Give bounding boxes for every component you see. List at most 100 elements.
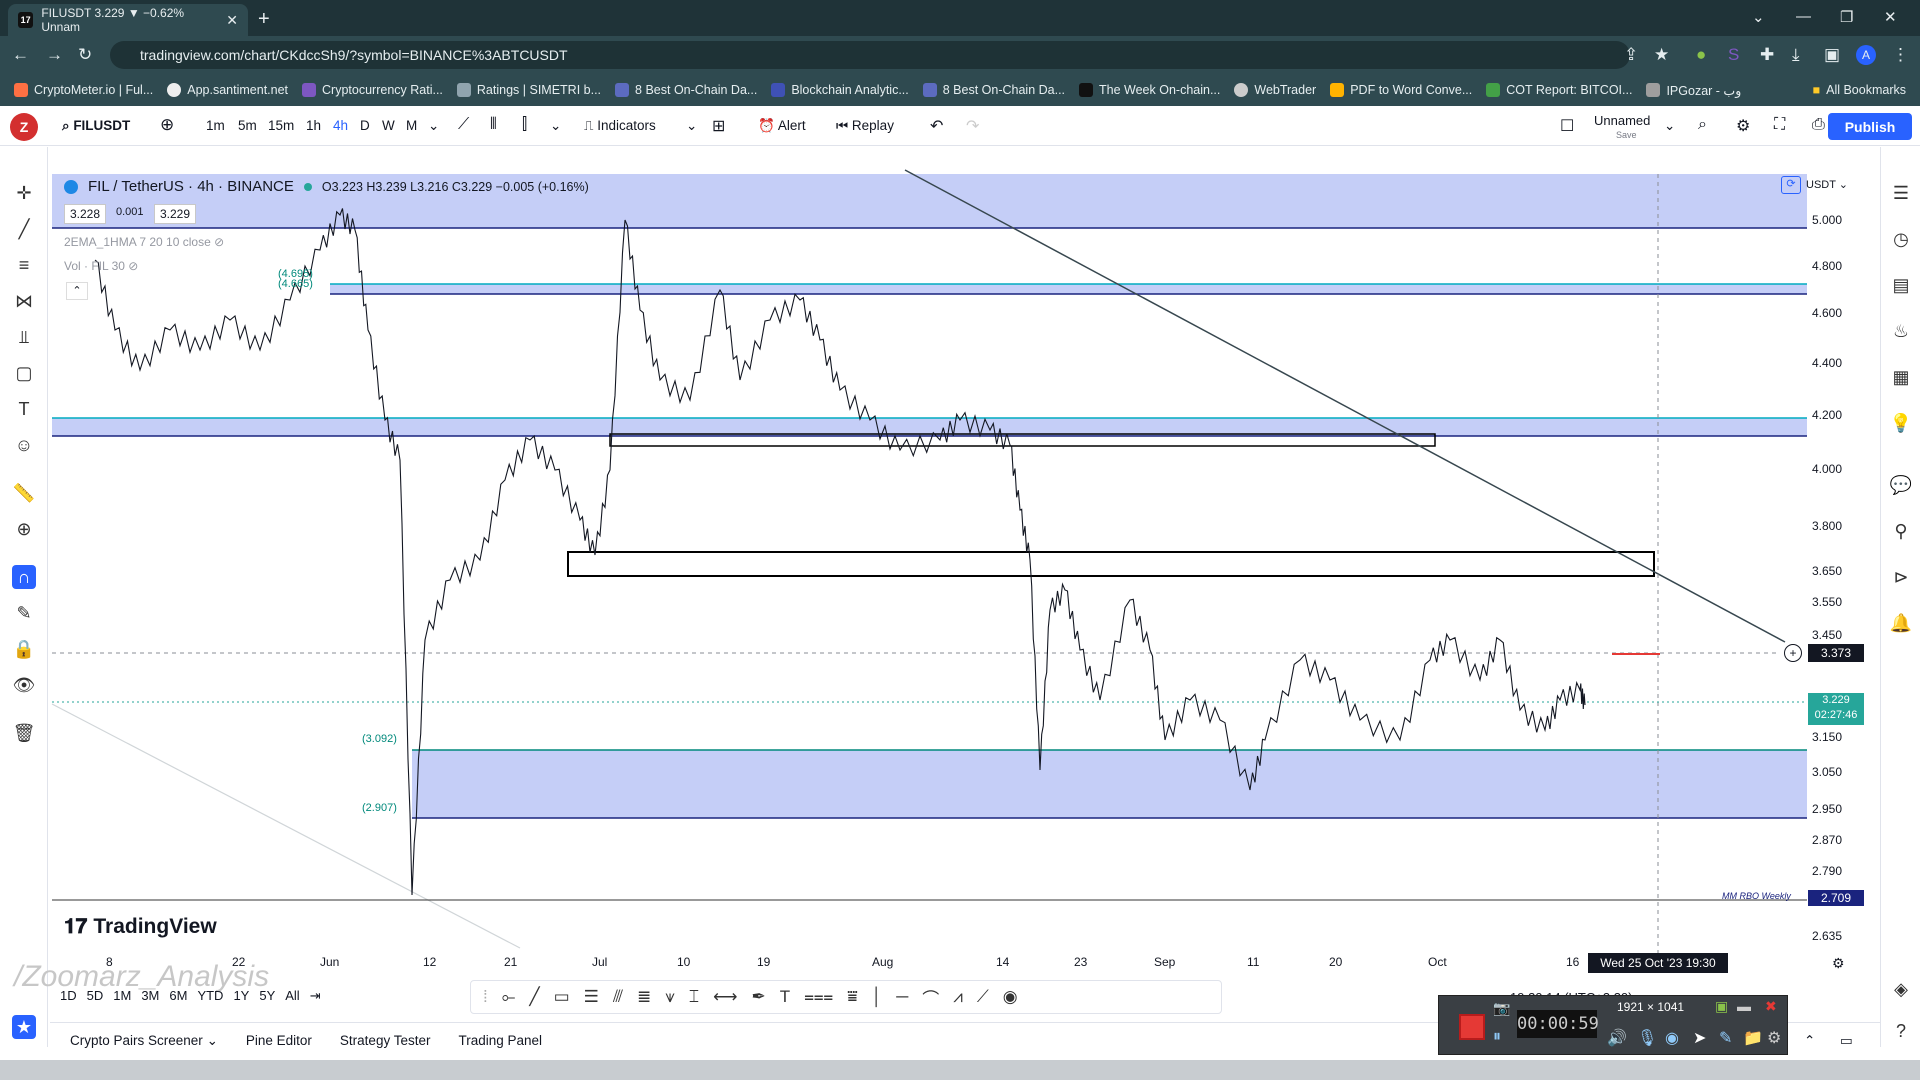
pen-icon[interactable]: ✎ bbox=[1719, 1028, 1732, 1048]
pause-icon[interactable]: ⏸ bbox=[1493, 1028, 1501, 1046]
range-3m[interactable]: 3M bbox=[141, 988, 159, 1004]
measure-circle-icon[interactable]: ◉ bbox=[1003, 987, 1018, 1007]
collapse-legend-icon[interactable]: ⌃ bbox=[66, 282, 88, 300]
favorites-drawing-bar: ⁞ ⟜ ╱ ▭ ☰ ⫻ ≣ ⩛ ⌶ ⟷ ✒ T ⩶ ⩸ │ ─ ⌒ ⩘ ⟋ ◉ bbox=[470, 980, 1222, 1014]
trend-line-icon[interactable]: ╱ bbox=[529, 987, 539, 1007]
arc-icon[interactable]: ⌒ bbox=[922, 985, 939, 1010]
price-tick-label: 2.635 bbox=[1812, 929, 1843, 943]
date-tick-label: 23 bbox=[1074, 955, 1088, 969]
auto-scale-icon[interactable]: ⟳ bbox=[1781, 176, 1801, 194]
pitchfork-icon[interactable]: ⩛ bbox=[665, 987, 675, 1007]
text-icon[interactable]: T bbox=[780, 987, 790, 1007]
close-icon[interactable]: ✖ bbox=[1765, 998, 1777, 1015]
range-1d[interactable]: 1D bbox=[60, 988, 77, 1004]
date-tick-label: 10 bbox=[677, 955, 691, 969]
range-5y[interactable]: 5Y bbox=[259, 988, 275, 1004]
price-tick-label: 4.600 bbox=[1812, 306, 1843, 320]
long-position-icon[interactable]: ⩸ bbox=[847, 987, 857, 1007]
date-range-bar: 1D 5D 1M 3M 6M YTD 1Y 5Y All ⇥ bbox=[60, 988, 321, 1004]
path-icon[interactable]: ⩘ bbox=[953, 987, 963, 1007]
tab-strategy-tester[interactable]: Strategy Tester bbox=[340, 1033, 431, 1048]
axis-settings-gear-icon[interactable]: ⚙ bbox=[1832, 955, 1845, 972]
tab-pine-editor[interactable]: Pine Editor bbox=[246, 1033, 312, 1048]
maximize-panel-icon[interactable]: ▭ bbox=[1840, 1033, 1853, 1049]
market-open-dot bbox=[303, 182, 312, 191]
regression-icon[interactable]: ⩶ bbox=[804, 987, 833, 1007]
tab-trading-panel[interactable]: Trading Panel bbox=[458, 1033, 542, 1048]
screen-recorder-widget: 📷 ⏸ 00:00:59 1921 × 1041 ▣ ▬ ✖ 🔊 🎙 ◉ ➤ ✎… bbox=[1438, 995, 1788, 1055]
date-tick-label: Jul bbox=[592, 955, 608, 969]
speaker-icon[interactable]: 🔊 bbox=[1607, 1028, 1627, 1048]
price-tick-label: 3.450 bbox=[1812, 628, 1843, 642]
price-tick-label: 3.650 bbox=[1812, 564, 1843, 578]
chart-zones bbox=[51, 169, 1807, 955]
eye-off-icon[interactable]: ⊘ bbox=[128, 259, 138, 273]
symbol-logo-icon bbox=[64, 179, 78, 194]
drag-handle-icon[interactable]: ⁞ bbox=[483, 987, 488, 1007]
price-chart[interactable] bbox=[0, 0, 1920, 1080]
date-tick-label: 20 bbox=[1329, 955, 1343, 969]
settings-gear-icon[interactable]: ⚙ bbox=[1767, 1028, 1781, 1048]
buy-price[interactable]: 3.229 bbox=[154, 204, 197, 224]
level-label: (3.092) bbox=[362, 733, 397, 745]
price-tick-label: 3.150 bbox=[1812, 730, 1843, 744]
chart-title[interactable]: FIL / TetherUS · 4h · BINANCE bbox=[88, 178, 294, 195]
spread: 0.001 bbox=[116, 206, 144, 218]
fib-retracement-icon[interactable]: ≣ bbox=[637, 987, 651, 1007]
range-all[interactable]: All bbox=[285, 988, 299, 1004]
range-5d[interactable]: 5D bbox=[87, 988, 104, 1004]
webcam-icon[interactable]: ◉ bbox=[1665, 1028, 1679, 1048]
folder-icon[interactable]: 📁 bbox=[1743, 1028, 1763, 1048]
minimize-icon[interactable]: ▬ bbox=[1737, 998, 1751, 1014]
price-tick-label: 4.400 bbox=[1812, 356, 1843, 370]
range-ytd[interactable]: YTD bbox=[197, 988, 223, 1004]
sell-price[interactable]: 3.228 bbox=[64, 204, 107, 224]
add-alert-plus-icon[interactable]: + bbox=[1784, 644, 1802, 662]
record-stop-button[interactable] bbox=[1459, 1014, 1485, 1040]
horizontal-ray-icon[interactable]: ⟜ bbox=[502, 987, 516, 1007]
microphone-icon[interactable]: 🎙 bbox=[1637, 1028, 1657, 1048]
date-tick-label: 19 bbox=[757, 955, 771, 969]
price-tick-label: 3.050 bbox=[1812, 765, 1843, 779]
resistance-zone-465 bbox=[330, 284, 1807, 294]
price-tick-label: 3.550 bbox=[1812, 595, 1843, 609]
goto-date-icon[interactable]: ⇥ bbox=[310, 988, 321, 1004]
price-tick-label: 2.950 bbox=[1812, 802, 1843, 816]
range-6m[interactable]: 6M bbox=[169, 988, 187, 1004]
price-range-icon[interactable]: ⌶ bbox=[689, 987, 699, 1007]
parallel-channel-icon[interactable]: ☰ bbox=[584, 987, 599, 1007]
price-tick-label: 2.870 bbox=[1812, 833, 1843, 847]
cursor-icon[interactable]: ➤ bbox=[1693, 1028, 1706, 1048]
indicator-volume[interactable]: Vol · FIL 30 ⊘ bbox=[64, 259, 138, 273]
rectangle-drawing[interactable] bbox=[567, 551, 1655, 577]
indicator-ema[interactable]: 2EMA_1HMA 7 20 10 close ⊘ bbox=[64, 235, 224, 249]
level-label: (4.665) bbox=[278, 278, 313, 290]
ray-icon[interactable]: ⟋ bbox=[977, 987, 989, 1007]
last-price-label: 3.229 02:27:46 bbox=[1808, 693, 1864, 725]
date-tick-label: 16 bbox=[1566, 955, 1580, 969]
crosshair-date-label: Wed 25 Oct '23 19:30 bbox=[1588, 953, 1728, 973]
range-1y[interactable]: 1Y bbox=[233, 988, 249, 1004]
price-tick-label: 3.800 bbox=[1812, 519, 1843, 533]
range-1m[interactable]: 1M bbox=[113, 988, 131, 1004]
horizontal-line-icon[interactable]: ─ bbox=[896, 987, 908, 1007]
price-tick-label: 4.200 bbox=[1812, 408, 1843, 422]
eye-off-icon[interactable]: ⊘ bbox=[214, 235, 224, 249]
tab-crypto-pairs-screener[interactable]: Crypto Pairs Screener ⌄ bbox=[70, 1033, 218, 1049]
price-tick-label: 2.790 bbox=[1812, 864, 1843, 878]
date-tick-label: Sep bbox=[1154, 955, 1176, 969]
vertical-line-icon[interactable]: │ bbox=[872, 987, 883, 1007]
tradingview-logo-icon: 𝟏𝟕 bbox=[64, 915, 88, 938]
currency-select[interactable]: USDT ⌄ bbox=[1806, 178, 1848, 191]
collapse-panel-icon[interactable]: ⌃ bbox=[1804, 1033, 1815, 1049]
trend-line[interactable] bbox=[904, 169, 1786, 643]
brush-icon[interactable]: ✒ bbox=[751, 987, 765, 1007]
camera-icon[interactable]: 📷 bbox=[1493, 1000, 1510, 1017]
fib-channel-icon[interactable]: ⫻ bbox=[613, 987, 623, 1007]
date-tick-label: Oct bbox=[1428, 955, 1447, 969]
region-icon[interactable]: ▣ bbox=[1715, 998, 1728, 1015]
date-range-icon[interactable]: ⟷ bbox=[713, 987, 737, 1007]
chart-legend: FIL / TetherUS · 4h · BINANCE O3.223 H3.… bbox=[64, 178, 589, 195]
price-tick-label: 4.000 bbox=[1812, 462, 1843, 476]
rectangle-icon[interactable]: ▭ bbox=[554, 987, 570, 1007]
